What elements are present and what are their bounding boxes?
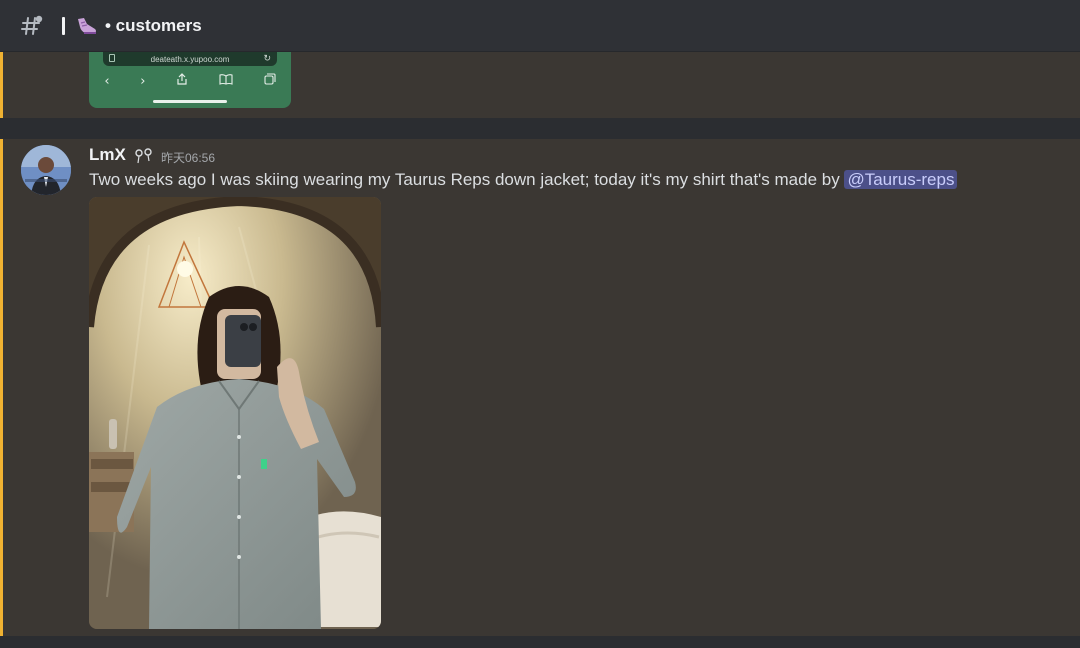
page-icon [109, 54, 115, 62]
avatar[interactable] [21, 145, 71, 195]
bottom-divider [0, 636, 1080, 648]
previous-message: deateath.x.yupoo.com ↻ ‹ › [0, 52, 1080, 118]
forward-icon: › [140, 73, 146, 89]
image-attachment[interactable] [89, 197, 381, 629]
message-timestamp: 昨天06:56 [161, 151, 216, 165]
balloon-badge-icon [133, 147, 155, 165]
home-indicator [153, 100, 227, 103]
tabs-icon [264, 73, 276, 89]
message-content: Two weeks ago I was skiing wearing my Ta… [89, 170, 958, 190]
header-divider [62, 16, 65, 35]
browser-url-bar: deateath.x.yupoo.com ↻ [103, 52, 277, 66]
user-mention[interactable]: @Taurus-reps [844, 170, 958, 189]
browser-nav-row: ‹ › [89, 70, 291, 92]
browser-url-text: deateath.x.yupoo.com [150, 54, 230, 64]
bookmarks-icon [219, 73, 233, 89]
message-divider [0, 118, 1080, 139]
thread-hash-icon [20, 14, 44, 38]
channel-header: • customers [0, 0, 1080, 52]
message-text: Two weeks ago I was skiing wearing my Ta… [89, 170, 845, 189]
username[interactable]: LmX [89, 145, 126, 165]
back-icon: ‹ [104, 73, 110, 89]
message: LmX 昨天06:56 Two weeks ago I was skiing w… [0, 139, 1080, 636]
channel-name[interactable]: • customers [105, 16, 202, 36]
share-icon [176, 73, 188, 89]
screenshot-attachment[interactable]: deateath.x.yupoo.com ↻ ‹ › [89, 52, 291, 108]
reload-icon: ↻ [263, 53, 271, 63]
sneaker-icon [75, 14, 99, 38]
